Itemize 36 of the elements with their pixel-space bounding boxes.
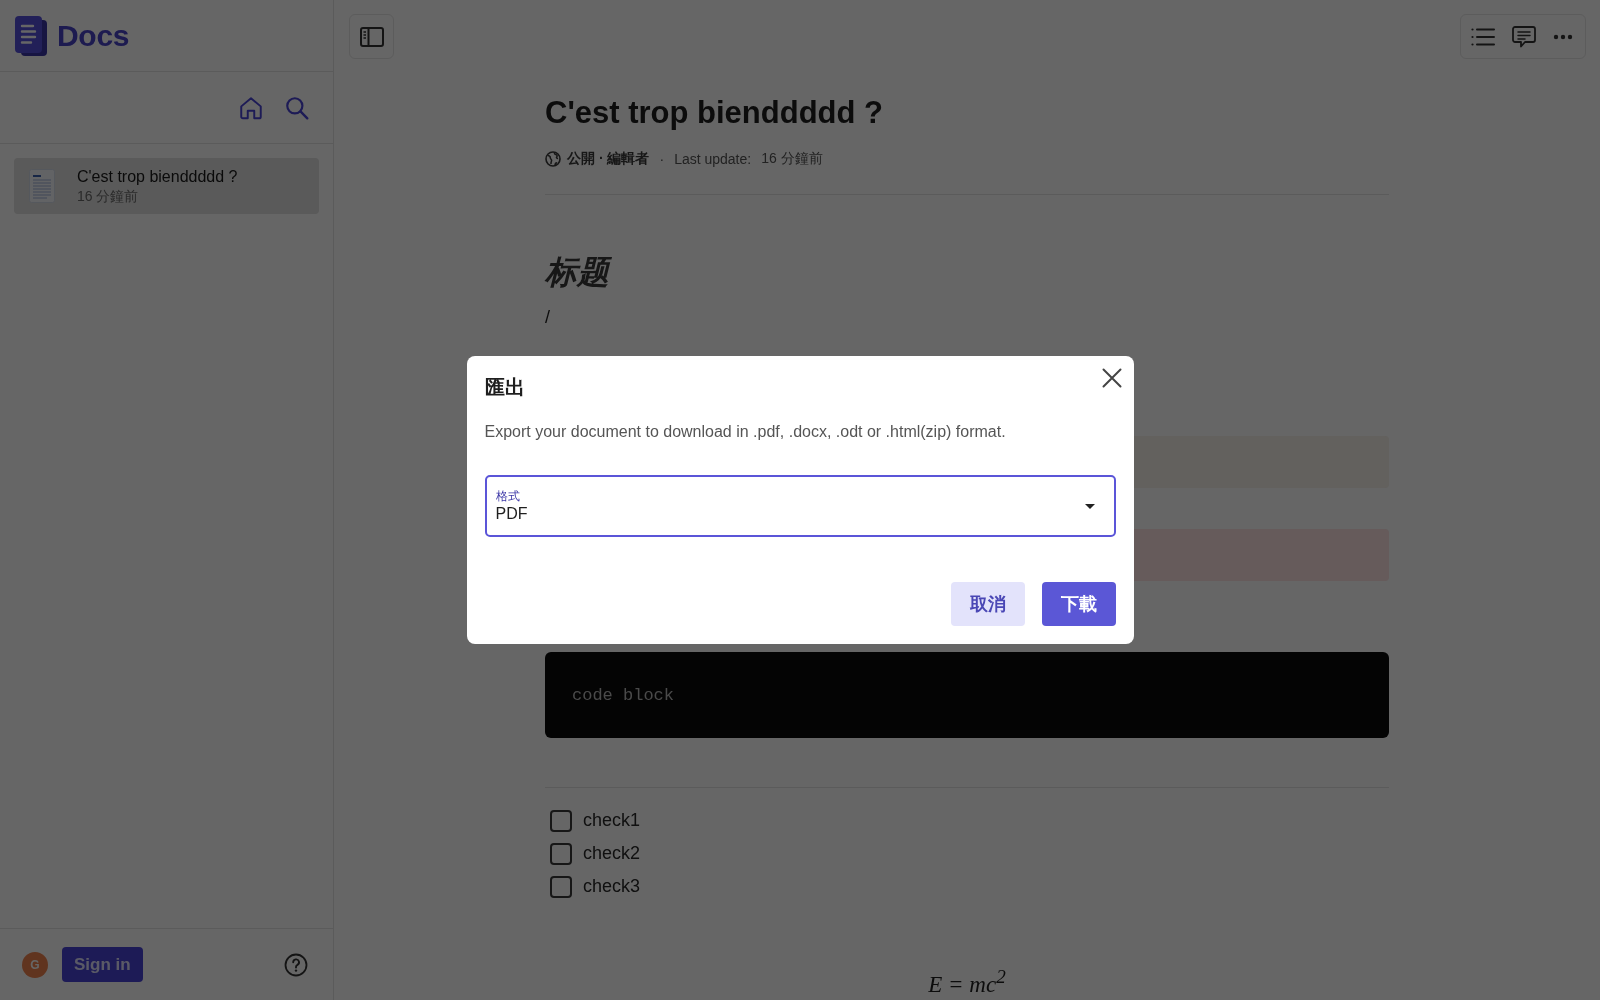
checkbox-label: check3 xyxy=(583,876,641,898)
dialog-title: 匯出 xyxy=(484,375,525,400)
list-icon[interactable] xyxy=(1471,26,1495,47)
sidebar-toggle-button[interactable] xyxy=(349,14,394,59)
visibility-label[interactable]: 公開 · 編輯者 xyxy=(567,150,650,169)
last-update-label: Last update: xyxy=(674,151,752,168)
logo-text: Docs xyxy=(57,18,130,53)
home-icon[interactable] xyxy=(238,94,264,121)
checkbox[interactable] xyxy=(550,842,572,865)
search-icon[interactable] xyxy=(284,94,310,121)
checkbox-label: check1 xyxy=(583,810,641,832)
more-icon[interactable] xyxy=(1553,33,1573,40)
math-formula: E = mc$^{2}$ xyxy=(928,972,1006,997)
format-select[interactable]: 格式 PDF xyxy=(484,475,1116,537)
document-title: C'est trop bienddddd ? xyxy=(77,167,238,187)
help-icon[interactable] xyxy=(284,952,308,977)
checkbox[interactable] xyxy=(550,875,572,898)
sidebar-icon xyxy=(359,26,384,47)
logo-icon xyxy=(15,15,47,56)
paragraph: / xyxy=(545,306,551,330)
document-title: C'est trop bienddddd ? xyxy=(545,94,884,133)
checkbox[interactable] xyxy=(550,809,572,832)
avatar: G xyxy=(22,951,48,978)
last-update-time: 16 分鐘前 xyxy=(761,150,823,169)
comment-icon[interactable] xyxy=(1512,25,1536,48)
caret-icon xyxy=(1084,503,1095,509)
code-block: code block xyxy=(545,652,1389,739)
cancel-button[interactable]: 取消 xyxy=(950,582,1025,626)
dialog-description: Export your document to download in .pdf, .docx, .odt or .html(zip) format. xyxy=(484,422,1007,442)
heading: 标题 xyxy=(545,252,1389,293)
document-icon xyxy=(29,169,55,203)
download-button[interactable]: 下載 xyxy=(1041,582,1116,626)
checkbox-label: check2 xyxy=(583,843,641,865)
close-icon[interactable] xyxy=(1101,368,1122,388)
globe-icon xyxy=(545,151,561,168)
separator: · xyxy=(659,151,665,168)
